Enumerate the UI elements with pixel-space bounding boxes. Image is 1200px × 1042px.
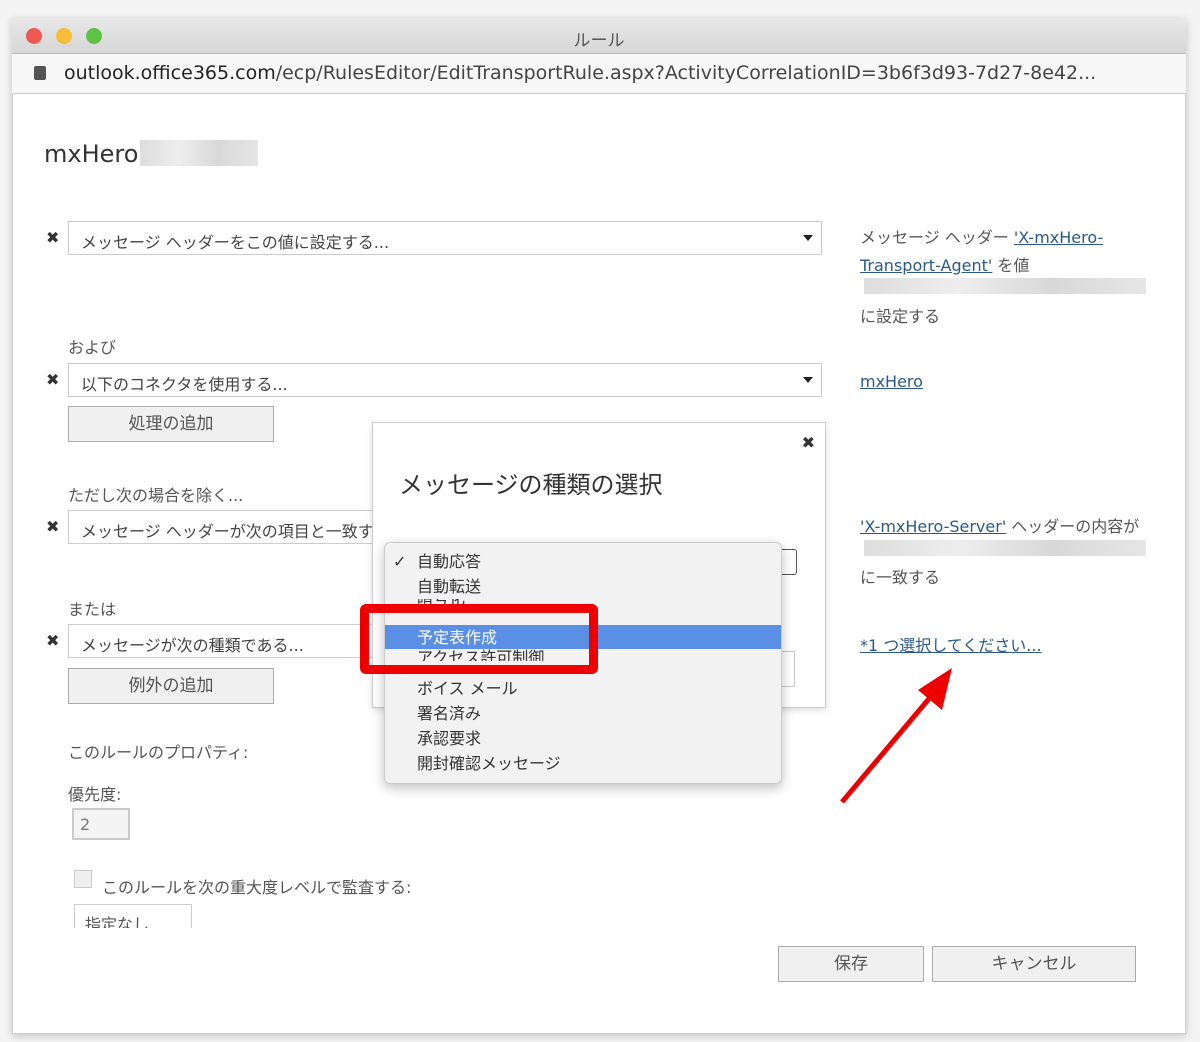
select-one-link[interactable]: *1 つ選択してください... [860,632,1042,656]
priority-label: 優先度: [68,785,122,804]
chevron-down-icon [803,235,813,241]
action-description: メッセージ ヘッダー 'X-mxHero- Transport-Agent' を… [860,228,1104,275]
exception1-desc-suffix: に一致する [860,568,941,587]
remove-connector-icon[interactable]: ✖ [46,370,59,389]
url-host: outlook.office365.com [64,62,276,84]
remove-exception-icon[interactable]: ✖ [46,517,59,536]
add-action-button[interactable]: 処理の追加 [68,406,274,442]
priority-input[interactable]: 2 [72,808,130,840]
menu-item-auto-reply[interactable]: ✓ 自動応答 [385,549,781,574]
action-select-value: メッセージ ヘッダーをこの値に設定する... [81,233,390,252]
properties-label: このルールのプロパティ: [68,743,249,762]
remove-exception2-icon[interactable]: ✖ [46,631,59,650]
exception1-select-value: メッセージ ヘッダーが次の項目と一致する... [81,522,406,541]
chevron-down-icon [803,377,813,383]
menu-item-voicemail[interactable]: ボイス メール [385,676,781,701]
and-label: および [68,338,117,357]
header-name-link-2[interactable]: Transport-Agent' [860,256,992,275]
exception2-select-value: メッセージが次の種類である... [81,636,304,655]
title-bar: ルール [12,18,1186,54]
or-label: または [68,600,117,619]
connector-select-value: 以下のコネクタを使用する... [81,375,288,394]
url-path: /ecp/RulesEditor/EditTransportRule.aspx?… [275,62,1097,84]
annotation-arrow-icon [840,668,952,804]
exception1-description: 'X-mxHero-Server' ヘッダーの内容が [860,517,1140,536]
redacted-name [140,140,258,166]
header-name-link[interactable]: 'X-mxHero- [1014,228,1103,247]
menu-item-signed[interactable]: 署名済み [385,701,781,726]
rule-name: mxHero [44,140,139,168]
lock-icon [34,66,46,80]
action-select[interactable]: メッセージ ヘッダーをこの値に設定する... [68,221,822,255]
dialog-close-icon[interactable]: ✖ [802,433,815,452]
redacted-value [864,278,1146,294]
menu-item-auto-forward[interactable]: 自動転送 [385,574,781,599]
connector-select[interactable]: 以下のコネクタを使用する... [68,363,822,397]
remove-action-icon[interactable]: ✖ [46,228,59,247]
window-title: ルール [573,31,625,51]
audit-label: このルールを次の重大度レベルで監査する: [102,878,412,897]
add-exception-button[interactable]: 例外の追加 [68,668,274,704]
menu-item-read-receipt[interactable]: 開封確認メッセージ [385,751,781,776]
except-label: ただし次の場合を除く... [68,486,244,505]
checkmark-icon: ✓ [393,552,407,571]
dialog-title: メッセージの種類の選択 [399,471,663,499]
connector-link[interactable]: mxHero [860,372,923,391]
redacted-value-2 [864,540,1146,556]
action-desc-suffix: に設定する [860,307,941,326]
server-header-link[interactable]: 'X-mxHero-Server' [860,517,1006,536]
audit-checkbox[interactable] [74,870,92,888]
audit-level-select[interactable]: 指定なし [74,904,192,928]
cancel-button[interactable]: キャンセル [932,946,1136,982]
address-bar[interactable]: outlook.office365.com/ecp/RulesEditor/Ed… [12,54,1186,94]
save-button[interactable]: 保存 [778,946,924,982]
menu-item-approval-request[interactable]: 承認要求 [385,726,781,751]
annotation-highlight-box [360,604,598,674]
